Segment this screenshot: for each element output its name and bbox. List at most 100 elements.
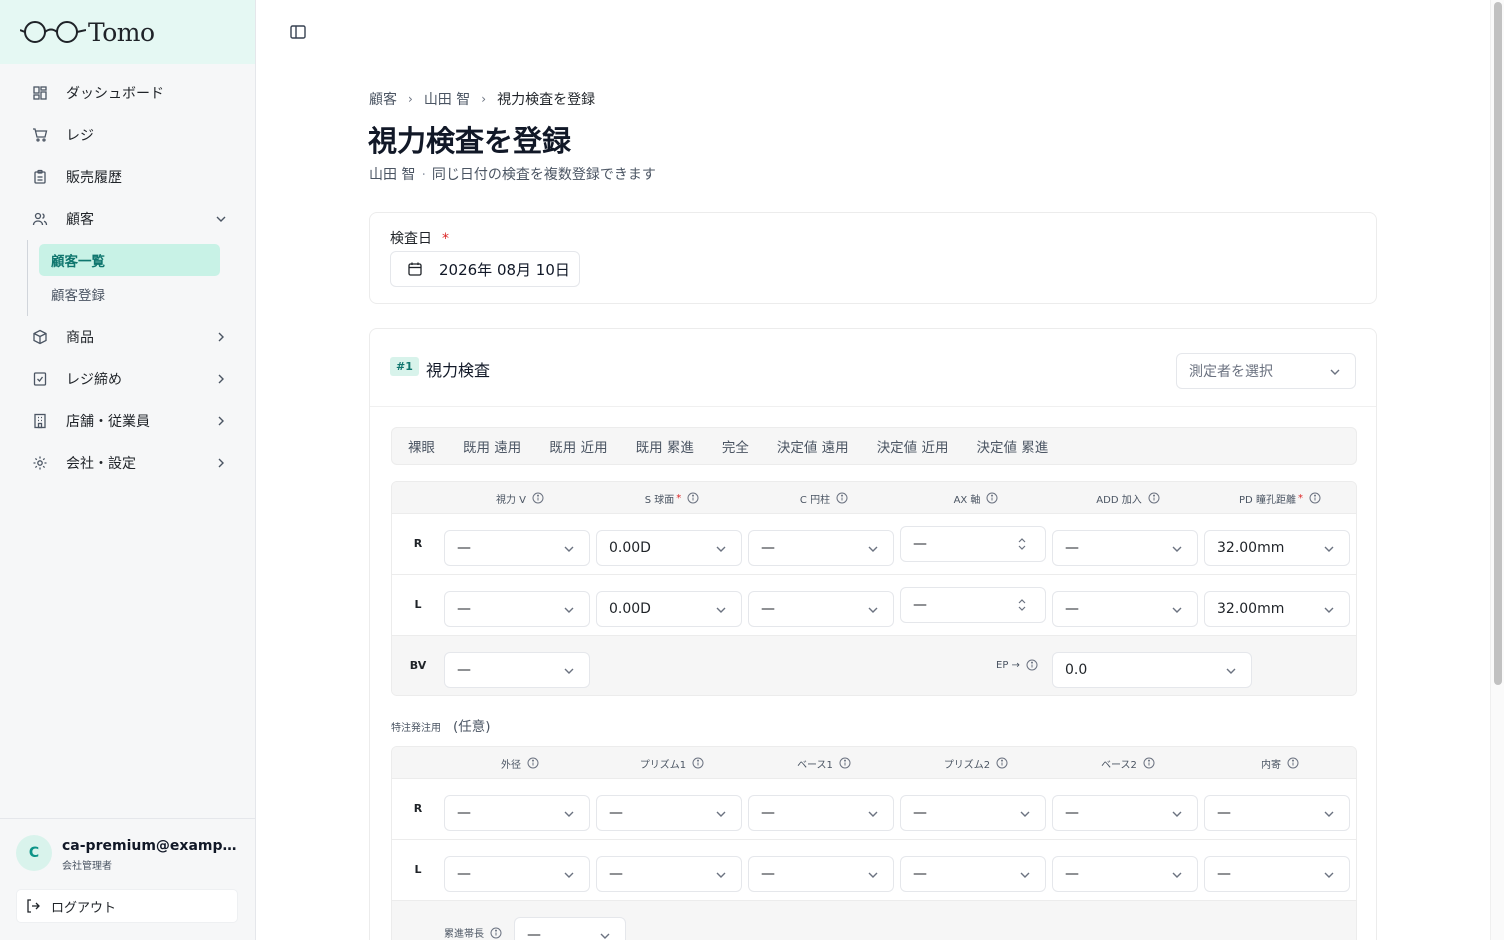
select-value: 0.00D (609, 601, 651, 617)
col-label: C 円柱 (799, 494, 831, 506)
exam-date-card: 検査日 * 2026年 08月 10日 (369, 212, 1377, 304)
select-value: — (609, 866, 623, 882)
page-title: 視力検査を登録 (368, 124, 572, 158)
nav-register[interactable]: レジ (0, 114, 255, 156)
breadcrumb-separator-icon: › (408, 92, 413, 106)
add-select-right[interactable]: — (1052, 530, 1198, 566)
info-icon[interactable] (1287, 757, 1299, 769)
info-icon[interactable] (1309, 492, 1321, 504)
col-inset: 内寄 (1204, 747, 1356, 779)
info-icon[interactable] (692, 757, 704, 769)
axis-input-right[interactable]: — (900, 526, 1046, 562)
tab-naked-eye[interactable]: 裸眼 (394, 431, 449, 461)
info-icon[interactable] (687, 492, 699, 504)
sidebar: Tomo ダッシュボード レジ 販売履歴 顧客 顧客一覧 顧客登録 商品 レジ締… (0, 0, 256, 940)
nav-stores-staff[interactable]: 店舗・従業員 (0, 400, 255, 442)
info-icon[interactable] (1143, 757, 1155, 769)
nav-label: レジ (66, 128, 94, 144)
calendar-icon (407, 261, 423, 277)
progressive-length-select[interactable]: — (514, 917, 626, 940)
prism1-select-left[interactable]: — (596, 856, 742, 892)
outer-diameter-select-right[interactable]: — (444, 795, 590, 831)
nav-products[interactable]: 商品 (0, 316, 255, 358)
col-add: ADD 加入 (1052, 482, 1204, 514)
tab-full[interactable]: 完全 (708, 431, 763, 461)
tab-existing-far[interactable]: 既用 遠用 (449, 431, 535, 461)
chevron-down-icon (1171, 604, 1183, 616)
base1-select-left[interactable]: — (748, 856, 894, 892)
breadcrumb-customers[interactable]: 顧客 (369, 89, 397, 109)
visual-acuity-select-left[interactable]: — (444, 591, 590, 627)
col-base1: ベース1 (748, 747, 900, 779)
info-icon[interactable] (490, 927, 502, 939)
sphere-select-left[interactable]: 0.00D (596, 591, 742, 627)
page-scrollbar[interactable] (1490, 0, 1504, 940)
tab-existing-near[interactable]: 既用 近用 (535, 431, 621, 461)
tab-final-far[interactable]: 決定値 遠用 (763, 431, 863, 461)
chevron-down-icon (715, 604, 727, 616)
subnav-customer-register[interactable]: 顧客登録 (39, 278, 220, 310)
nav-dashboard[interactable]: ダッシュボード (0, 72, 255, 114)
users-icon (32, 211, 48, 227)
prism2-select-left[interactable]: — (900, 856, 1046, 892)
axis-input-left[interactable]: — (900, 587, 1046, 623)
nav-sales-history[interactable]: 販売履歴 (0, 156, 255, 198)
nav-label: ダッシュボード (66, 86, 164, 102)
gear-icon (32, 455, 48, 471)
separator-dot: · (421, 167, 426, 183)
base2-select-right[interactable]: — (1052, 795, 1198, 831)
bv-select[interactable]: — (444, 652, 590, 688)
tab-existing-progressive[interactable]: 既用 累進 (622, 431, 708, 461)
pd-select-left[interactable]: 32.00mm (1204, 591, 1350, 627)
breadcrumb-customer-name[interactable]: 山田 智 (424, 89, 470, 109)
nav-customers[interactable]: 顧客 (0, 198, 255, 240)
cylinder-select-left[interactable]: — (748, 591, 894, 627)
info-icon[interactable] (527, 757, 539, 769)
cylinder-select-right[interactable]: — (748, 530, 894, 566)
visual-acuity-select-right[interactable]: — (444, 530, 590, 566)
info-icon[interactable] (836, 492, 848, 504)
info-icon[interactable] (1026, 659, 1038, 671)
stepper-icon[interactable] (1017, 597, 1027, 613)
pd-select-right[interactable]: 32.00mm (1204, 530, 1350, 566)
chevron-down-icon (1019, 869, 1031, 881)
exam-date-picker[interactable]: 2026年 08月 10日 (390, 251, 580, 287)
measurer-select[interactable]: 測定者を選択 (1176, 353, 1356, 389)
tab-final-near[interactable]: 決定値 近用 (863, 431, 963, 461)
chevron-down-icon (215, 213, 227, 225)
scrollbar-thumb[interactable] (1494, 2, 1502, 685)
base1-select-right[interactable]: — (748, 795, 894, 831)
prism2-select-right[interactable]: — (900, 795, 1046, 831)
glasses-logo-icon (20, 21, 86, 43)
info-icon[interactable] (1148, 492, 1160, 504)
info-icon[interactable] (996, 757, 1008, 769)
nav-register-close[interactable]: レジ締め (0, 358, 255, 400)
info-icon[interactable] (986, 492, 998, 504)
select-value: — (913, 805, 927, 821)
inset-select-right[interactable]: — (1204, 795, 1350, 831)
select-value: — (1065, 601, 1079, 617)
progressive-length-label: 累進帯長 (444, 925, 502, 940)
outer-diameter-select-left[interactable]: — (444, 856, 590, 892)
select-value: 0.00D (609, 540, 651, 556)
prism1-select-right[interactable]: — (596, 795, 742, 831)
chevron-down-icon (867, 808, 879, 820)
stepper-icon[interactable] (1017, 536, 1027, 552)
info-icon[interactable] (839, 757, 851, 769)
ep-select[interactable]: 0.0 (1052, 652, 1252, 688)
main-nav: ダッシュボード レジ 販売履歴 顧客 顧客一覧 顧客登録 商品 レジ締め 店舗・… (0, 72, 255, 484)
nav-label: レジ締め (66, 372, 122, 388)
sidebar-toggle-icon[interactable] (289, 23, 307, 41)
subnav-customer-list[interactable]: 顧客一覧 (39, 244, 220, 276)
base2-select-left[interactable]: — (1052, 856, 1198, 892)
logout-button[interactable]: ログアウト (16, 889, 238, 923)
breadcrumb-separator-icon: › (481, 92, 487, 106)
brand-name: Tomo (88, 17, 155, 47)
brand[interactable]: Tomo (0, 0, 255, 64)
inset-select-left[interactable]: — (1204, 856, 1350, 892)
nav-company-settings[interactable]: 会社・設定 (0, 442, 255, 484)
sphere-select-right[interactable]: 0.00D (596, 530, 742, 566)
tab-final-progressive[interactable]: 決定値 累進 (962, 431, 1062, 461)
add-select-left[interactable]: — (1052, 591, 1198, 627)
info-icon[interactable] (532, 492, 544, 504)
